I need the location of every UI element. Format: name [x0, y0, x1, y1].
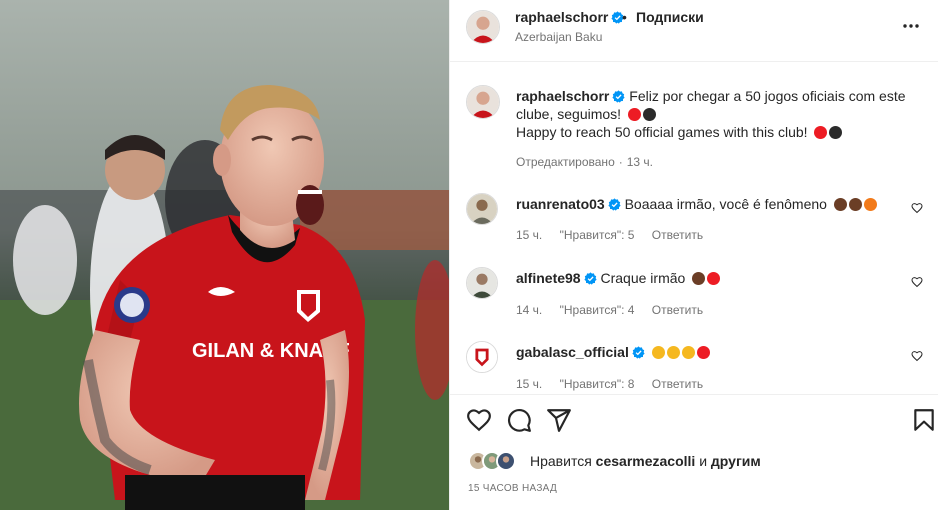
caption-avatar[interactable] — [466, 85, 500, 119]
comment-time[interactable]: 15 ч. — [516, 228, 542, 242]
comment-meta: 14 ч. "Нравится": 4 Ответить — [516, 303, 717, 317]
clap-emoji-icon — [681, 346, 695, 359]
post-header: raphaelschorr • Подписки Azerbaijan Baku — [450, 0, 938, 62]
verified-badge-icon — [632, 346, 645, 359]
red-circle-emoji-icon — [627, 108, 641, 121]
verified-badge-icon — [608, 198, 621, 211]
caption-meta-dot: · — [618, 155, 623, 169]
comment-reply-button[interactable]: Ответить — [652, 303, 703, 317]
caption-text: raphaelschorr Feliz por chegar a 50 jogo… — [516, 87, 926, 141]
verified-badge-icon — [612, 90, 625, 103]
comment-reply-button[interactable]: Ответить — [652, 228, 703, 242]
comment-username[interactable]: ruanrenato03 — [516, 196, 605, 212]
clap-emoji-icon — [666, 346, 680, 359]
comment-likes[interactable]: "Нравится": 4 — [560, 303, 635, 317]
more-options-icon[interactable] — [901, 16, 921, 36]
instagram-post: GILAN & KNAUF raphaelschorr • Подписки A… — [0, 0, 938, 510]
clap-emoji-icon — [833, 198, 847, 211]
red-heart-emoji-icon — [696, 346, 710, 359]
comment-username[interactable]: gabalasc_official — [516, 344, 629, 360]
author-avatar[interactable] — [466, 10, 500, 44]
likes-others[interactable]: другим — [711, 453, 761, 469]
liker-avatar[interactable] — [496, 451, 516, 471]
comment-like-heart-icon[interactable] — [911, 202, 923, 214]
caption-line-2: Happy to reach 50 official games with th… — [516, 124, 808, 140]
caption-time[interactable]: 13 ч. — [627, 155, 653, 169]
comment-body: Craque irmão — [600, 270, 686, 286]
caption-edited-label: Отредактировано — [516, 155, 615, 169]
comment-like-heart-icon[interactable] — [911, 350, 923, 362]
red-circle-emoji-icon — [814, 126, 828, 139]
likes-text: Нравится cesarmezacolli и другим — [530, 453, 761, 469]
clap-emoji-icon — [651, 346, 665, 359]
commenter-avatar[interactable] — [466, 267, 498, 299]
comment-likes[interactable]: "Нравится": 5 — [560, 228, 635, 242]
following-button[interactable]: Подписки — [636, 9, 704, 25]
clap-emoji-icon — [848, 198, 862, 211]
comment-body: Boaaaa irmão, você é fenômeno — [624, 196, 827, 212]
comments-section: raphaelschorr Feliz por chegar a 50 jogo… — [450, 62, 938, 394]
comment-username[interactable]: alfinete98 — [516, 270, 581, 286]
comment-text: alfinete98 Craque irmão — [516, 269, 722, 287]
likes-user[interactable]: cesarmezacolli — [596, 453, 696, 469]
author-username-text[interactable]: raphaelschorr — [515, 9, 608, 25]
post-timestamp[interactable]: 15 ЧАСОВ НАЗАД — [468, 483, 557, 494]
post-location[interactable]: Azerbaijan Baku — [515, 30, 602, 44]
header-separator: • — [622, 9, 627, 25]
black-circle-emoji-icon — [829, 126, 843, 139]
commenter-avatar[interactable] — [466, 193, 498, 225]
comment-meta: 15 ч. "Нравится": 8 Ответить — [516, 377, 717, 391]
share-paper-plane-icon[interactable] — [546, 407, 572, 433]
author-username[interactable]: raphaelschorr — [515, 9, 624, 25]
comment-likes[interactable]: "Нравится": 8 — [560, 377, 635, 391]
flexed-biceps-emoji-icon — [692, 272, 706, 285]
player-photo-illustration: GILAN & KNAUF — [0, 0, 449, 510]
post-side-panel: raphaelschorr • Подписки Azerbaijan Baku… — [449, 0, 938, 510]
red-heart-emoji-icon — [707, 272, 721, 285]
caption-meta: Отредактировано · 13 ч. — [516, 155, 667, 169]
comment-like-heart-icon[interactable] — [911, 276, 923, 288]
post-photo[interactable]: GILAN & KNAUF — [0, 0, 449, 510]
post-actions: Нравится cesarmezacolli и другим 15 ЧАСО… — [450, 394, 938, 510]
comment-meta: 15 ч. "Нравится": 5 Ответить — [516, 228, 717, 242]
comment-reply-button[interactable]: Ответить — [652, 377, 703, 391]
commenter-avatar[interactable] — [466, 341, 498, 373]
caption-username[interactable]: raphaelschorr — [516, 88, 609, 104]
bookmark-icon[interactable] — [911, 407, 937, 433]
comment-text: gabalasc_official — [516, 343, 712, 361]
comment-time[interactable]: 15 ч. — [516, 377, 542, 391]
comment-text: ruanrenato03 Boaaaa irmão, você é fenôme… — [516, 195, 879, 213]
fire-emoji-icon — [863, 198, 877, 211]
comment-time[interactable]: 14 ч. — [516, 303, 542, 317]
likes-prefix: Нравится — [530, 453, 592, 469]
black-circle-emoji-icon — [642, 108, 656, 121]
likes-and: и — [699, 453, 708, 469]
verified-badge-icon — [584, 272, 597, 285]
like-heart-icon[interactable] — [466, 407, 492, 433]
comment-bubble-icon[interactable] — [506, 407, 532, 433]
